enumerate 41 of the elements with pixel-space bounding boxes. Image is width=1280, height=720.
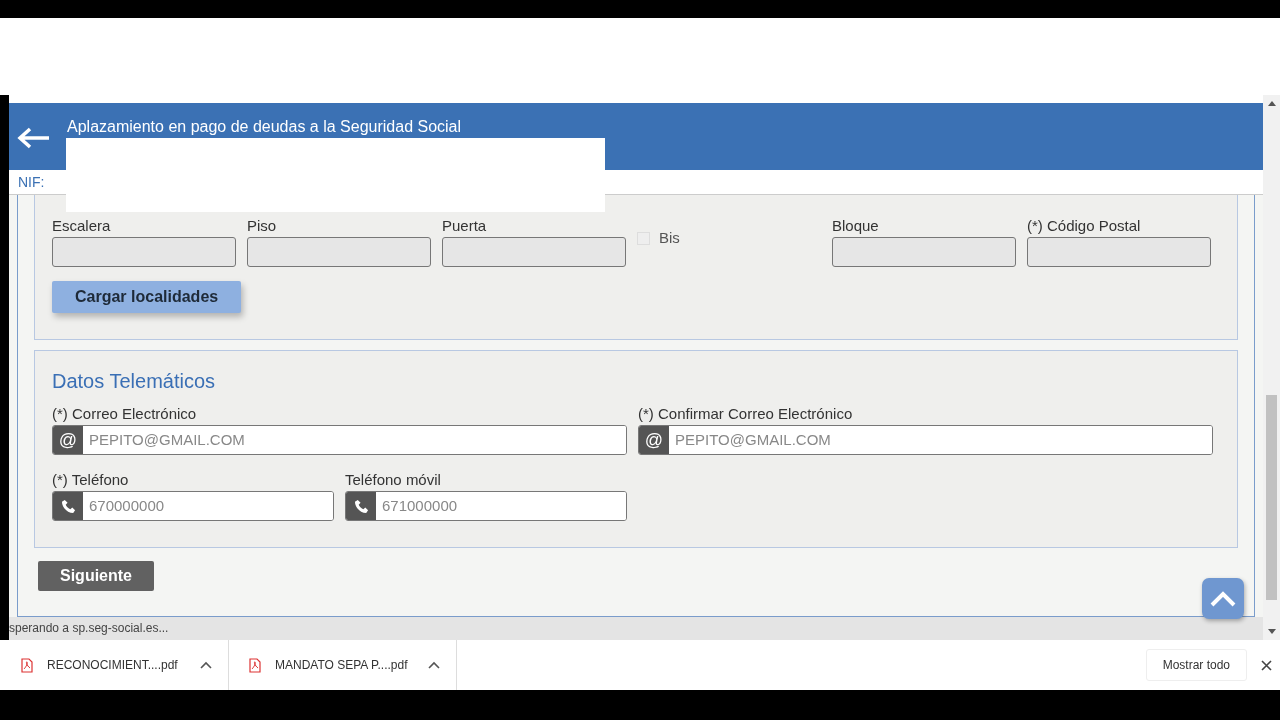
nif-label: NIF: xyxy=(18,172,45,192)
scroll-to-top-button[interactable] xyxy=(1202,578,1244,619)
field-label: (*) Código Postal xyxy=(1027,217,1142,235)
chevron-up-icon xyxy=(1210,590,1236,607)
next-button[interactable]: Siguiente xyxy=(38,561,154,591)
input-field[interactable]: 671000000 xyxy=(345,491,627,521)
section-title: Datos Telemáticos xyxy=(52,369,217,393)
download-filename: MANDATO SEPA P....pdf xyxy=(275,657,409,674)
at-sign-addon: @ xyxy=(53,426,83,454)
at-sign-addon: @ xyxy=(639,426,669,454)
input-field[interactable]: 670000000 xyxy=(52,491,334,521)
field-label: (*) Correo Electrónico xyxy=(52,405,198,423)
field-label: Puerta xyxy=(442,217,488,235)
caret-up-icon xyxy=(428,661,440,669)
input-field[interactable]: @ PEPITO@GMAIL.COM xyxy=(52,425,627,455)
field-label: Piso xyxy=(247,217,278,235)
phone-icon xyxy=(353,498,369,514)
pdf-file-icon xyxy=(21,657,33,673)
page-title: Aplazamiento en pago de deudas a la Seguridad Social xyxy=(67,117,462,137)
field-label: (*) Teléfono xyxy=(52,471,130,489)
close-icon[interactable] xyxy=(1261,659,1272,671)
input-field[interactable] xyxy=(52,237,236,267)
field-label: Teléfono móvil xyxy=(345,471,442,489)
field-label: Bloque xyxy=(832,217,880,235)
phone-icon xyxy=(60,498,76,514)
input-field[interactable] xyxy=(442,237,626,267)
download-filename: RECONOCIMIENT....pdf xyxy=(47,657,179,674)
status-text: sperando a sp.seg-social.es... xyxy=(9,617,1263,640)
input-field[interactable]: @ PEPITO@GMAIL.COM xyxy=(638,425,1213,455)
field-label: (*) Confirmar Correo Electrónico xyxy=(638,405,854,423)
show-all-button[interactable]: Mostrar todo xyxy=(1145,649,1247,681)
load-localities-button[interactable]: Cargar localidades xyxy=(52,281,242,313)
input-field[interactable] xyxy=(1027,237,1211,267)
field-label: Escalera xyxy=(52,217,112,235)
scrollbar-thumb[interactable] xyxy=(1266,395,1277,600)
checkbox-label: Bis xyxy=(659,228,680,248)
pdf-file-icon xyxy=(249,657,261,673)
back-arrow-icon[interactable] xyxy=(17,127,51,149)
caret-up-icon xyxy=(200,661,212,669)
input-field[interactable] xyxy=(247,237,431,267)
input-field[interactable] xyxy=(832,237,1016,267)
